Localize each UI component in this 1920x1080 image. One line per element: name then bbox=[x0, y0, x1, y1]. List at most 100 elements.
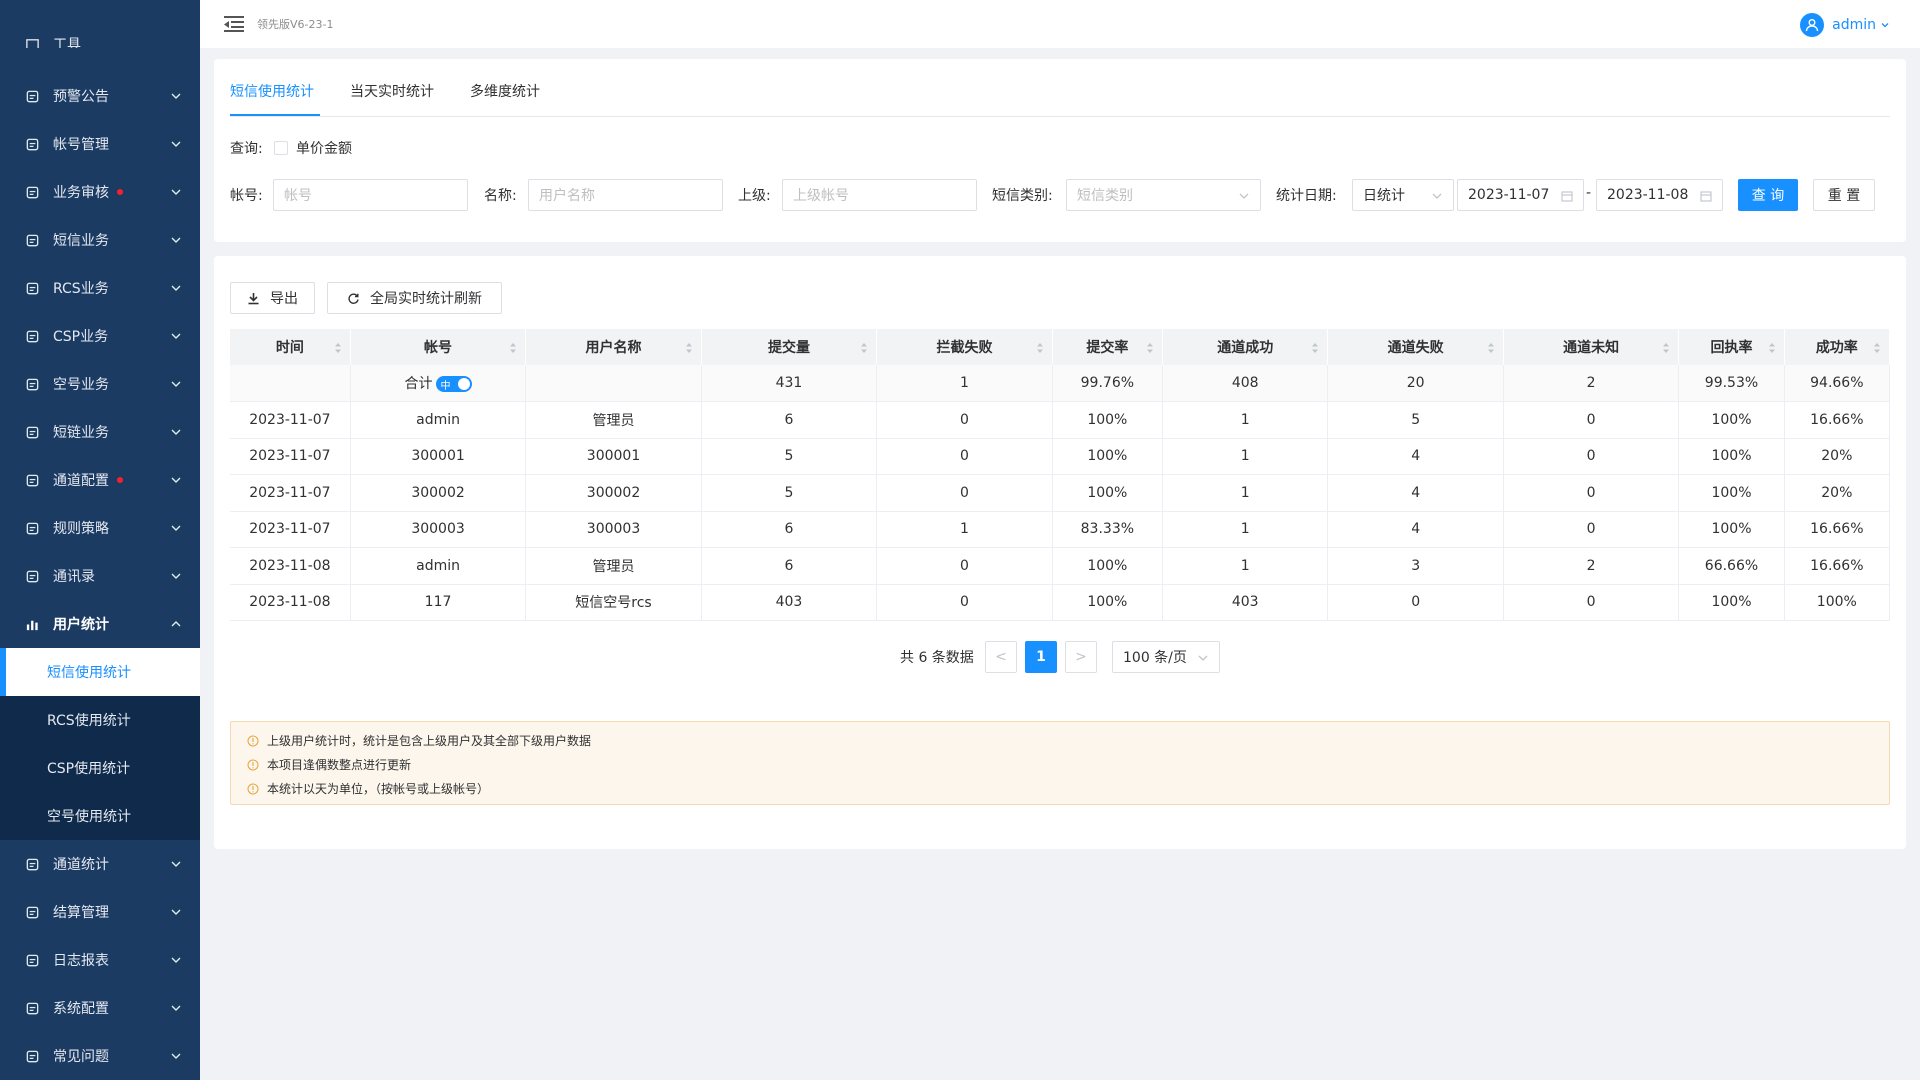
column-header-time[interactable]: 时间 bbox=[230, 329, 351, 365]
sidebar-item-label: 用户统计 bbox=[53, 617, 109, 633]
column-header-submit-rate[interactable]: 提交率 bbox=[1052, 329, 1163, 365]
name-input[interactable]: 用户名称 bbox=[528, 179, 723, 211]
sort-icon[interactable] bbox=[1146, 342, 1154, 354]
chevron-down-icon bbox=[171, 1053, 181, 1059]
column-header-channel-fail[interactable]: 通道失败 bbox=[1327, 329, 1504, 365]
menu-fold-icon[interactable] bbox=[224, 15, 244, 33]
sidebar-item-empty-number[interactable]: 空号业务 bbox=[0, 360, 200, 408]
sidebar-item-csp[interactable]: CSP业务 bbox=[0, 312, 200, 360]
reset-button[interactable]: 重 置 bbox=[1813, 179, 1875, 211]
start-date-picker[interactable]: 2023-11-07 bbox=[1457, 179, 1584, 211]
column-header-intercept-fail[interactable]: 拦截失败 bbox=[876, 329, 1053, 365]
sidebar-item-log[interactable]: 日志报表 bbox=[0, 936, 200, 984]
summary-channel-unknown: 2 bbox=[1503, 365, 1680, 402]
sort-icon[interactable] bbox=[1311, 342, 1319, 354]
sidebar-subitem-empty-number-stats[interactable]: 空号使用统计 bbox=[0, 792, 200, 840]
user-menu[interactable]: admin bbox=[1800, 13, 1890, 37]
notification-dot bbox=[117, 189, 123, 195]
sidebar-item-account[interactable]: 帐号管理 bbox=[0, 120, 200, 168]
column-header-user-name[interactable]: 用户名称 bbox=[525, 329, 702, 365]
sidebar-item-message[interactable]: 短信业务 bbox=[0, 216, 200, 264]
column-header-receipt-rate[interactable]: 回执率 bbox=[1678, 329, 1785, 365]
period-select[interactable]: 日统计 bbox=[1352, 179, 1454, 211]
pagination-total: 共 6 条数据 bbox=[900, 650, 974, 666]
chevron-up-icon bbox=[171, 621, 181, 627]
cell-channel-unknown: 0 bbox=[1503, 474, 1680, 512]
column-header-channel-unknown[interactable]: 通道未知 bbox=[1503, 329, 1680, 365]
cell-channel-success: 1 bbox=[1162, 547, 1329, 585]
summary-toggle[interactable]: 中 bbox=[435, 376, 472, 392]
sort-icon[interactable] bbox=[860, 342, 868, 354]
column-header-channel-success[interactable]: 通道成功 bbox=[1162, 329, 1329, 365]
pagination-next-button[interactable]: > bbox=[1065, 641, 1097, 673]
search-button[interactable]: 查 询 bbox=[1738, 179, 1798, 211]
sidebar-item-label: 工具 bbox=[53, 37, 81, 48]
sidebar-item-settlement[interactable]: 结算管理 bbox=[0, 888, 200, 936]
cell-time: 2023-11-08 bbox=[230, 547, 351, 585]
calendar-icon bbox=[1561, 191, 1573, 202]
account-input[interactable]: 帐号 bbox=[273, 179, 468, 211]
page-size-select[interactable]: 100 条/页 bbox=[1112, 641, 1220, 673]
summary-label-cell: 合计中 bbox=[350, 365, 527, 402]
sidebar-item-short-link[interactable]: 短链业务 bbox=[0, 408, 200, 456]
sidebar-item-channel-config[interactable]: 通道配置 bbox=[0, 456, 200, 504]
cell-channel-success: 1 bbox=[1162, 511, 1329, 548]
summary-label: 合计 bbox=[404, 376, 433, 392]
global-refresh-button[interactable]: 全局实时统计刷新 bbox=[327, 282, 502, 314]
summary-channel-success: 408 bbox=[1162, 365, 1329, 402]
tab-realtime-stats[interactable]: 当天实时统计 bbox=[350, 81, 434, 101]
summary-toggle-text: 中 bbox=[440, 380, 451, 392]
sidebar-item-label: CSP业务 bbox=[53, 329, 109, 345]
sidebar-item-channel-stat[interactable]: 通道统计 bbox=[0, 840, 200, 888]
sidebar-item-label: 规则策略 bbox=[53, 521, 109, 537]
contacts-icon bbox=[24, 568, 40, 584]
sort-icon[interactable] bbox=[1662, 342, 1670, 354]
pagination-page-1[interactable]: 1 bbox=[1025, 641, 1057, 673]
sidebar-item-help[interactable]: 常见问题 bbox=[0, 1032, 200, 1080]
sidebar-item-contacts[interactable]: 通讯录 bbox=[0, 552, 200, 600]
cell-submit-rate: 100% bbox=[1052, 547, 1163, 585]
sort-icon[interactable] bbox=[685, 342, 693, 354]
sidebar-item-audit[interactable]: 业务审核 bbox=[0, 168, 200, 216]
column-header-account[interactable]: 帐号 bbox=[350, 329, 527, 365]
tab-multi-dimension-stats[interactable]: 多维度统计 bbox=[470, 81, 540, 101]
parent-account-input[interactable]: 上级帐号 bbox=[782, 179, 977, 211]
table-summary-row: 合计中 431 1 99.76% 408 20 2 99.53% 94.66% bbox=[230, 365, 1891, 402]
unit-price-label: 单价金额 bbox=[296, 141, 352, 157]
parent-label: 上级: bbox=[738, 188, 771, 204]
filter-card: 短信使用统计 当天实时统计 多维度统计 查询: 单价金额 帐号: 帐号 名称: … bbox=[214, 59, 1906, 242]
notice-box: 上级用户统计时，统计是包含上级用户及其全部下级用户数据 本项目逢偶数整点进行更新… bbox=[230, 721, 1890, 805]
sms-type-select[interactable]: 短信类别 bbox=[1066, 179, 1261, 211]
table-row: 2023-11-07 300001 300001 5 0 100% 1 4 0 100% 20% bbox=[230, 438, 1891, 475]
chevron-down-icon bbox=[1198, 655, 1208, 661]
pagination-prev-button[interactable]: < bbox=[985, 641, 1017, 673]
unit-price-checkbox[interactable] bbox=[274, 141, 288, 155]
column-header-success-rate[interactable]: 成功率 bbox=[1784, 329, 1891, 365]
sidebar-item-tools[interactable]: 工具 bbox=[0, 14, 200, 48]
sidebar-item-bell[interactable]: 预警公告 bbox=[0, 72, 200, 120]
sort-icon[interactable] bbox=[1487, 342, 1495, 354]
sort-icon[interactable] bbox=[509, 342, 517, 354]
tab-sms-stats[interactable]: 短信使用统计 bbox=[230, 81, 314, 101]
sidebar-item-rule[interactable]: 规则策略 bbox=[0, 504, 200, 552]
export-button[interactable]: 导出 bbox=[230, 282, 315, 314]
sms-type-placeholder: 短信类别 bbox=[1077, 188, 1133, 204]
notice-text: 本项目逢偶数整点进行更新 bbox=[267, 758, 412, 772]
cell-account: admin bbox=[350, 401, 527, 439]
sort-icon[interactable] bbox=[1036, 342, 1044, 354]
sidebar-item-settings[interactable]: 系统配置 bbox=[0, 984, 200, 1032]
sidebar-item-label: 结算管理 bbox=[53, 905, 109, 921]
sidebar-subitem-csp-stats[interactable]: CSP使用统计 bbox=[0, 744, 200, 792]
end-date-picker[interactable]: 2023-11-08 bbox=[1596, 179, 1723, 211]
sidebar-item-rcs[interactable]: RCS业务 bbox=[0, 264, 200, 312]
sort-icon[interactable] bbox=[1768, 342, 1776, 354]
column-header-submit[interactable]: 提交量 bbox=[701, 329, 878, 365]
sort-icon[interactable] bbox=[334, 342, 342, 354]
sidebar-subitem-rcs-stats[interactable]: RCS使用统计 bbox=[0, 696, 200, 744]
sort-icon[interactable] bbox=[1873, 342, 1881, 354]
sidebar-item-bar-chart[interactable]: 用户统计 bbox=[0, 600, 200, 648]
sidebar-subitem-sms-stats[interactable]: 短信使用统计 bbox=[0, 648, 200, 696]
cell-submit-rate: 83.33% bbox=[1052, 511, 1163, 548]
cell-submit-rate: 100% bbox=[1052, 584, 1163, 621]
toggle-knob bbox=[457, 378, 470, 390]
